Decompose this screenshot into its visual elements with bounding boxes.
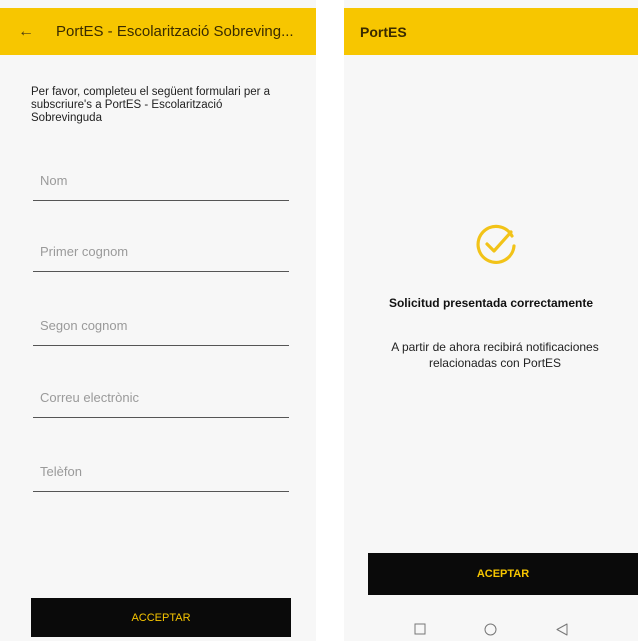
back-arrow-icon[interactable]: ←	[18, 23, 46, 41]
success-message: A partir de ahora recibirá notificacione…	[391, 340, 599, 370]
app-bar: ← PortES - Escolarització Sobreving...	[0, 8, 316, 55]
success-screen: PortES Solicitud presentada correctament…	[344, 0, 638, 641]
app-bar-title: PortES	[360, 23, 407, 40]
accept-button[interactable]: ACCEPTAR	[31, 598, 291, 637]
circle-icon[interactable]	[481, 619, 501, 639]
app-bar: PortES	[344, 8, 638, 55]
triangle-back-icon[interactable]	[552, 619, 572, 639]
first-surname-field[interactable]	[33, 231, 289, 272]
email-field[interactable]	[33, 377, 289, 418]
second-surname-input[interactable]	[33, 305, 289, 345]
accept-button[interactable]: ACEPTAR	[368, 553, 638, 595]
app-bar-title: PortES - Escolarització Sobreving...	[56, 23, 294, 40]
form-intro-text: Per favor, completeu el següent formular…	[31, 86, 271, 124]
second-surname-field[interactable]	[33, 305, 289, 346]
phone-input[interactable]	[33, 451, 289, 491]
first-surname-input[interactable]	[33, 231, 289, 271]
email-input[interactable]	[33, 377, 289, 417]
check-circle-icon	[476, 224, 516, 264]
name-input[interactable]	[33, 160, 289, 200]
name-field[interactable]	[33, 160, 289, 201]
square-icon[interactable]	[410, 619, 430, 639]
subscription-form-screen: ← PortES - Escolarització Sobreving... P…	[0, 0, 316, 641]
system-nav-bar	[344, 618, 638, 640]
success-heading: Solicitud presentada correctamente	[388, 296, 594, 310]
phone-field[interactable]	[33, 451, 289, 492]
